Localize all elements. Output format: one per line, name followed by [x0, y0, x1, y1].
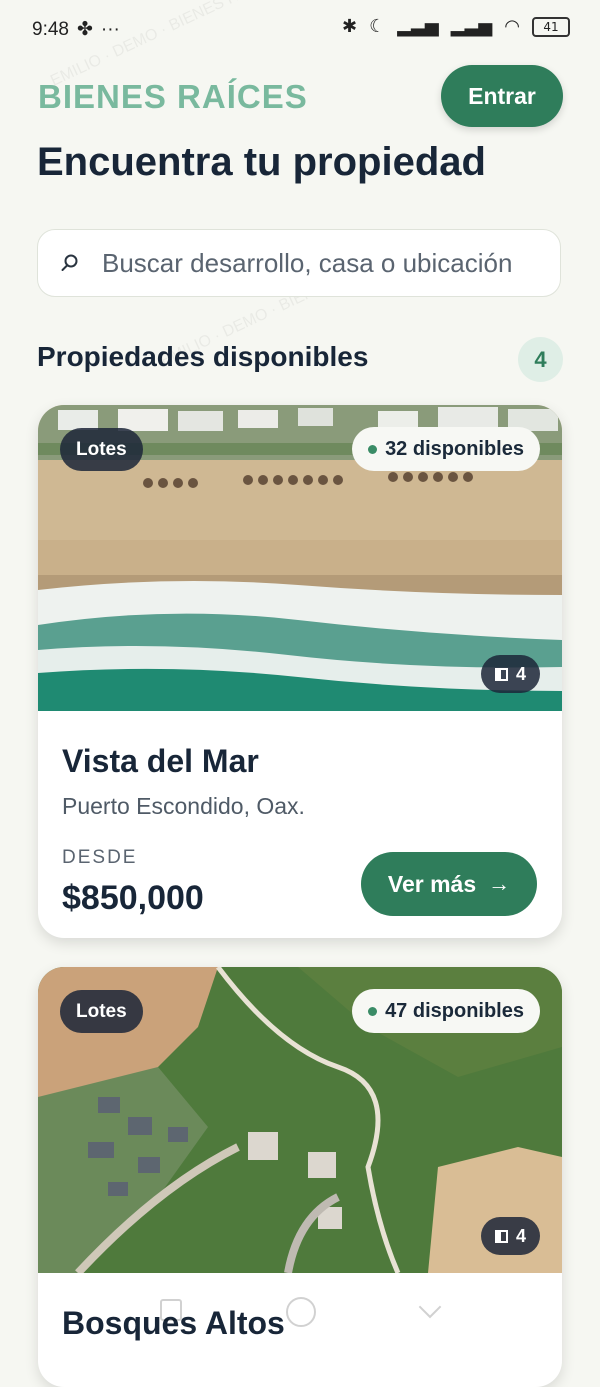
availability-badge: 47 disponibles: [352, 989, 540, 1033]
photo-count-badge: 4: [480, 655, 540, 693]
wifi-icon: ◠: [504, 16, 520, 36]
bluetooth-icon: ✱: [341, 16, 358, 36]
photo-count: 4: [515, 1225, 526, 1246]
search-icon: [61, 254, 78, 271]
status-dot-icon: [368, 1006, 378, 1016]
battery-icon: 41: [532, 16, 570, 37]
property-name: Vista del Mar: [62, 743, 259, 779]
more-icon: ···: [100, 18, 120, 40]
moon-icon: ☾: [369, 16, 386, 36]
home-icon[interactable]: [286, 1297, 316, 1327]
photo-count-badge: 4: [480, 1217, 540, 1255]
back-icon[interactable]: [418, 1295, 442, 1319]
gallery-icon: [494, 667, 508, 681]
signal-icon: ▂▃▅: [397, 16, 439, 36]
property-type-badge: Lotes: [60, 990, 143, 1033]
signal-icon: ▂▃▅: [450, 16, 493, 36]
property-price: $850,000: [62, 879, 204, 917]
status-time: 9:48: [32, 18, 69, 40]
search-input[interactable]: [100, 246, 534, 280]
price-label: DESDE: [62, 847, 138, 868]
system-nav-bar: [0, 1283, 600, 1333]
property-image-forest[interactable]: Lotes 47 disponibles 4: [38, 967, 562, 1273]
property-card[interactable]: Lotes 32 disponibles 4 Vista del Mar Pue…: [38, 405, 562, 938]
login-button[interactable]: Entrar: [441, 65, 563, 127]
search-box[interactable]: [37, 229, 561, 297]
property-type-badge: Lotes: [60, 428, 143, 471]
availability-badge: 32 disponibles: [352, 427, 540, 471]
availability-text: 32 disponibles: [385, 437, 524, 460]
see-more-label: Ver más: [387, 870, 477, 897]
property-count-badge: 4: [518, 337, 563, 382]
status-dot-icon: [368, 444, 378, 454]
availability-text: 47 disponibles: [385, 999, 524, 1022]
brand-logo: BIENES RAÍCES: [38, 78, 308, 115]
status-left: 9:48 ✤ ···: [32, 18, 120, 41]
photo-count: 4: [515, 663, 526, 684]
property-location: Puerto Escondido, Oax.: [62, 793, 305, 819]
page-title: Encuentra tu propiedad: [37, 140, 486, 184]
recent-apps-icon[interactable]: [160, 1299, 182, 1321]
gallery-icon: [494, 1229, 508, 1243]
see-more-button[interactable]: Ver más →: [361, 852, 537, 916]
status-right: ✱ ☾ ▂▃▅ ▂▃▅ ◠ 41: [342, 16, 570, 37]
arrow-right-icon: →: [488, 871, 511, 896]
status-bar: 9:48 ✤ ··· ✱ ☾ ▂▃▅ ▂▃▅ ◠ 41: [0, 0, 600, 60]
section-title: Propiedades disponibles: [37, 341, 369, 372]
property-image-beach[interactable]: Lotes 32 disponibles 4: [38, 405, 562, 711]
fan-icon: ✤: [76, 19, 93, 40]
